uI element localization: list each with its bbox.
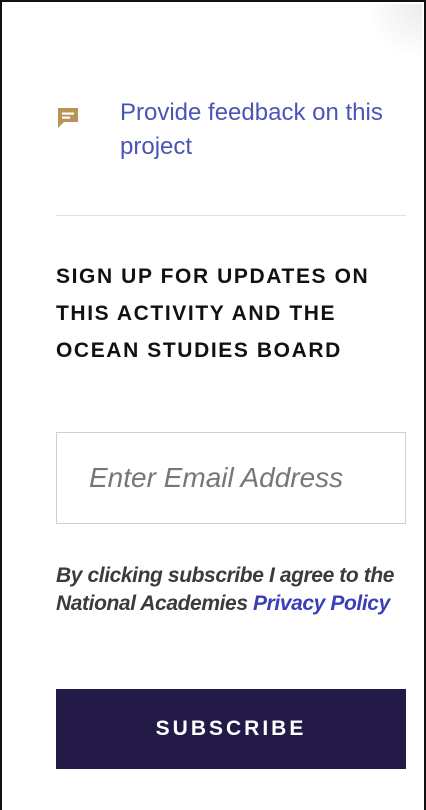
consent-text: By clicking subscribe I agree to the Nat… [56,562,406,618]
feedback-row: Provide feedback on this project [56,96,406,164]
signup-heading: SIGN UP FOR UPDATES ON THIS ACTIVITY AND… [56,265,370,362]
corner-shadow [366,4,422,60]
provide-feedback-link[interactable]: Provide feedback on this project [120,96,390,164]
divider [56,215,406,216]
subscribe-button[interactable]: SUBSCRIBE [56,689,406,769]
email-input[interactable] [56,432,406,524]
sidebar-panel: Provide feedback on this project SIGN UP… [0,0,426,810]
comment-icon [58,108,78,128]
privacy-policy-link[interactable]: Privacy Policy [253,592,390,615]
